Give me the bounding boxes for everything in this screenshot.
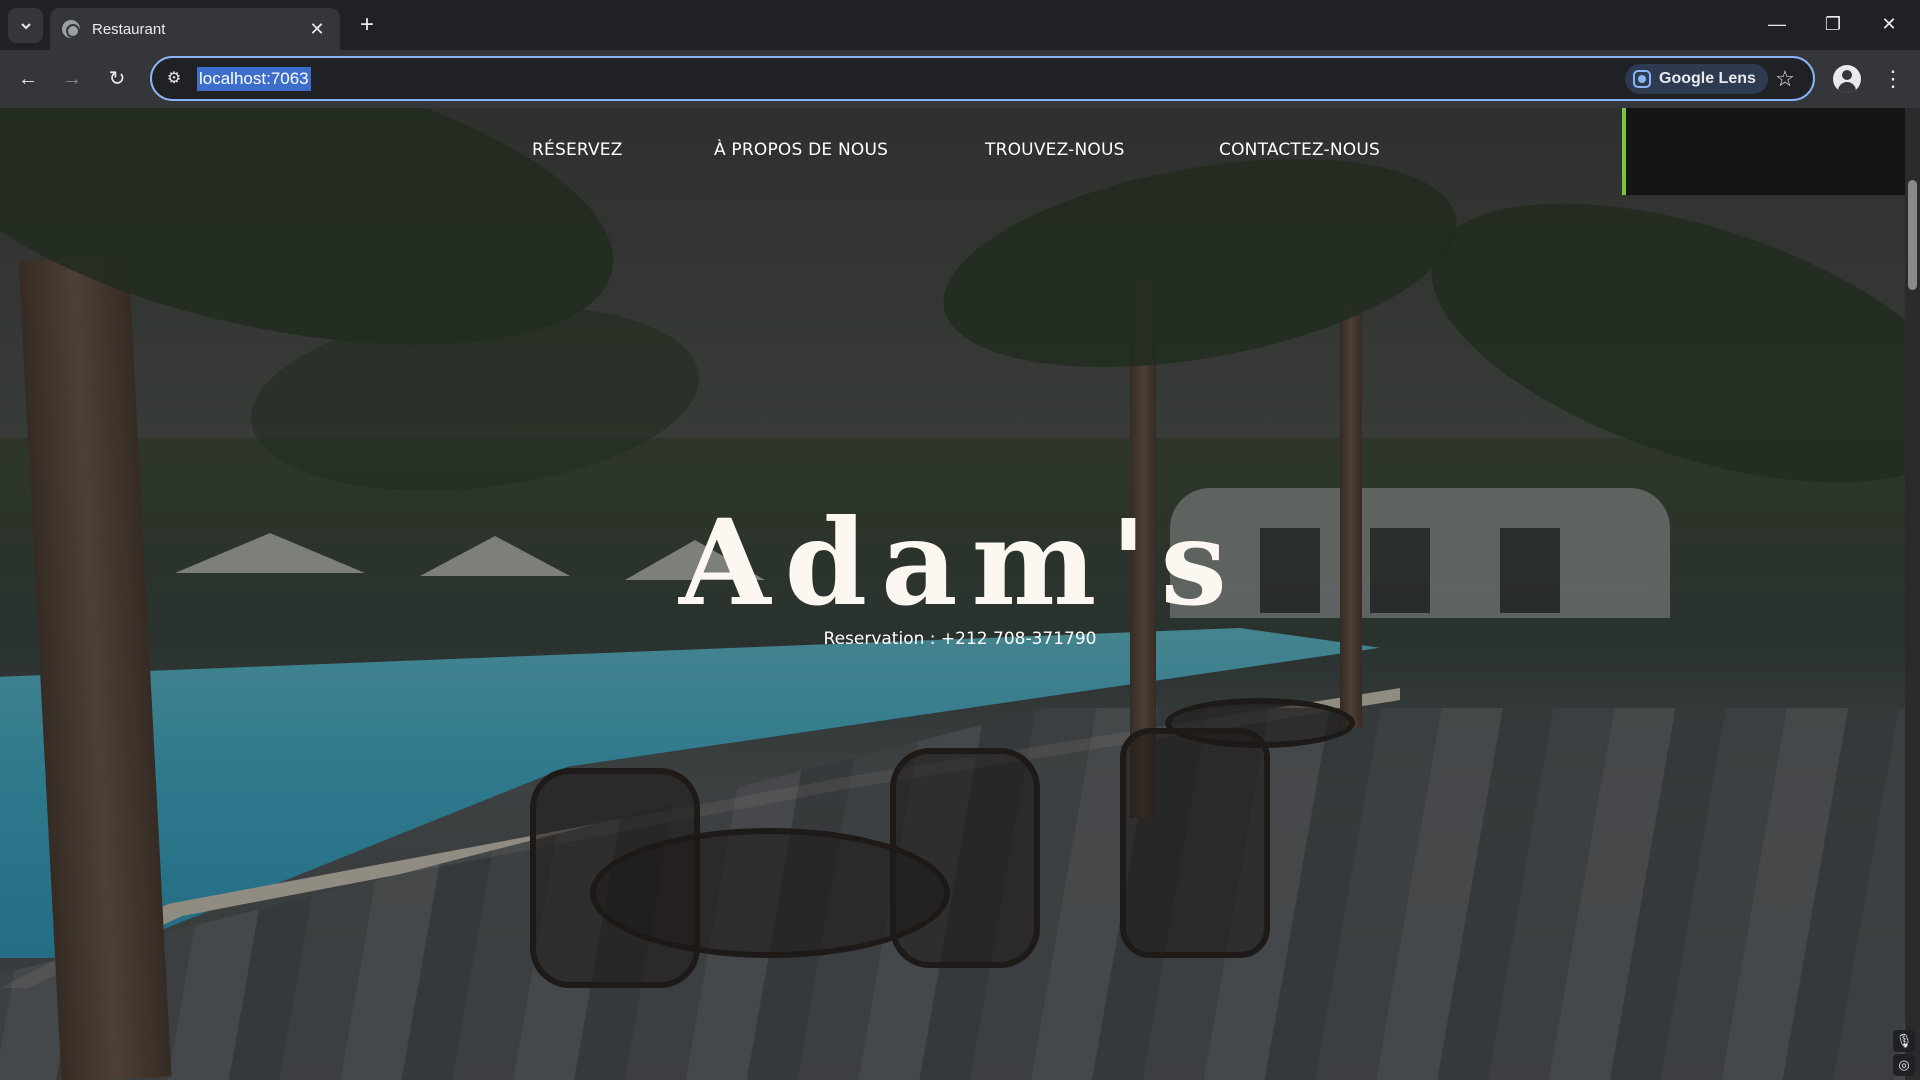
globe-icon: [62, 20, 80, 38]
microphone-icon[interactable]: 🎙: [1893, 1030, 1915, 1052]
scrollbar-thumb[interactable]: [1908, 180, 1917, 290]
bookmark-star-icon[interactable]: ☆: [1772, 66, 1798, 92]
back-icon[interactable]: ←: [12, 63, 44, 95]
forward-icon[interactable]: →: [56, 63, 88, 95]
profile-avatar-icon[interactable]: [1833, 65, 1861, 93]
nav-link-a-propos[interactable]: À PROPOS DE NOUS: [714, 130, 888, 170]
reload-icon[interactable]: ↻: [101, 63, 133, 95]
target-icon[interactable]: ◎: [1893, 1054, 1915, 1076]
restaurant-name: Adam's: [679, 493, 1241, 632]
tab-close-icon[interactable]: ✕: [306, 19, 328, 40]
new-tab-button[interactable]: +: [352, 10, 382, 40]
reservation-phone: Reservation : +212 708-371790: [823, 629, 1097, 649]
page-scrollbar[interactable]: [1905, 108, 1920, 1080]
nav-link-contactez-nous[interactable]: CONTACTEZ-NOUS: [1219, 130, 1380, 170]
restore-icon[interactable]: ❐: [1810, 8, 1856, 40]
site-navigation: RÉSERVEZ À PROPOS DE NOUS TROUVEZ-NOUS C…: [0, 130, 1905, 170]
tab-strip: Restaurant ✕ + — ❐ ✕: [0, 0, 1920, 50]
nav-link-trouvez-nous[interactable]: TROUVEZ-NOUS: [985, 130, 1125, 170]
site-info-icon[interactable]: ⚙: [162, 67, 186, 91]
minimize-icon[interactable]: —: [1754, 8, 1800, 40]
tab-restaurant[interactable]: Restaurant ✕: [50, 8, 340, 50]
lens-icon: [1633, 70, 1651, 88]
url-text[interactable]: localhost:7063: [197, 67, 311, 91]
address-bar[interactable]: ⚙ localhost:7063 Google Lens ☆: [150, 56, 1815, 101]
browser-menu-icon[interactable]: ⋮: [1880, 63, 1906, 95]
page-viewport: RÉSERVEZ À PROPOS DE NOUS TROUVEZ-NOUS C…: [0, 108, 1920, 1080]
google-lens-button[interactable]: Google Lens: [1625, 64, 1768, 94]
window-close-icon[interactable]: ✕: [1866, 8, 1912, 40]
browser-toolbar: ← → ↻ ⚙ localhost:7063 Google Lens ☆ ⋮: [0, 50, 1920, 108]
chevron-down-icon: [20, 22, 31, 29]
tab-search-button[interactable]: [8, 8, 43, 43]
google-lens-label: Google Lens: [1659, 70, 1756, 87]
tab-title: Restaurant: [92, 20, 166, 38]
nav-link-reservez[interactable]: RÉSERVEZ: [532, 130, 623, 170]
hero-background-image: RÉSERVEZ À PROPOS DE NOUS TROUVEZ-NOUS C…: [0, 108, 1905, 1080]
